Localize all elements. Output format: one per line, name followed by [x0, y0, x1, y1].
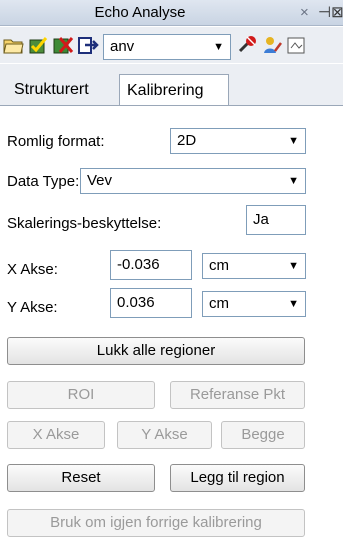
data-type-value: Vev: [87, 172, 113, 189]
bruk-om-igjen-button[interactable]: Bruk om igjen forrige kalibrering: [7, 509, 305, 537]
begge-button[interactable]: Begge: [221, 421, 305, 449]
legg-til-region-button[interactable]: Legg til region: [170, 464, 305, 492]
data-type-label: Data Type:: [7, 173, 80, 190]
toolbar-combo-value: anv: [110, 38, 135, 55]
calendar-icon[interactable]: [284, 33, 308, 57]
x-akse-value: -0.036: [117, 256, 160, 273]
chevron-down-icon: ▼: [288, 260, 299, 272]
romlig-format-value: 2D: [177, 132, 197, 149]
edit-person-icon[interactable]: [260, 33, 284, 57]
reset-button[interactable]: Reset: [7, 464, 155, 492]
skalering-field[interactable]: Ja: [246, 205, 306, 235]
tab-divider: [0, 105, 343, 106]
save-check-icon[interactable]: [26, 33, 50, 57]
x-akse-unit-value: cm: [209, 257, 229, 274]
x-akse-label: X Akse:: [7, 261, 58, 278]
x-akse-input[interactable]: -0.036: [110, 250, 192, 280]
pin-icon[interactable]: ⊣⊠: [318, 0, 343, 26]
export-icon[interactable]: [76, 33, 100, 57]
skalering-label: Skalerings-beskyttelse:: [7, 215, 162, 232]
chevron-down-icon: ▼: [288, 135, 299, 147]
lukk-alle-regioner-button[interactable]: Lukk alle regioner: [7, 337, 305, 365]
open-folder-icon[interactable]: [2, 33, 26, 57]
y-akse-input[interactable]: 0.036: [110, 288, 192, 318]
delete-red-icon[interactable]: [51, 33, 75, 57]
y-akse-label: Y Akse:: [7, 299, 58, 316]
y-akse-value: 0.036: [117, 294, 155, 311]
skalering-value: Ja: [253, 211, 269, 228]
y-akse-button[interactable]: Y Akse: [117, 421, 212, 449]
y-akse-unit-select[interactable]: cm ▼: [202, 291, 306, 317]
y-akse-unit-value: cm: [209, 295, 229, 312]
referanse-pkt-button[interactable]: Referanse Pkt: [170, 381, 305, 409]
toolbar-combo[interactable]: anv ▼: [103, 34, 231, 60]
data-type-select[interactable]: Vev ▼: [80, 168, 306, 194]
tab-strukturert[interactable]: Strukturert: [7, 74, 96, 106]
romlig-format-select[interactable]: 2D ▼: [170, 128, 306, 154]
window-title: Echo Analyse: [94, 4, 186, 21]
x-akse-button[interactable]: X Akse: [7, 421, 105, 449]
roi-button[interactable]: ROI: [7, 381, 155, 409]
tools-red-icon[interactable]: [236, 33, 260, 57]
chevron-down-icon: ▼: [288, 175, 299, 187]
chevron-down-icon: ▼: [213, 41, 224, 53]
chevron-down-icon: ▼: [288, 298, 299, 310]
close-icon[interactable]: ×: [300, 0, 309, 26]
x-akse-unit-select[interactable]: cm ▼: [202, 253, 306, 279]
romlig-format-label: Romlig format:: [7, 133, 105, 150]
tab-kalibrering[interactable]: Kalibrering: [119, 74, 229, 106]
